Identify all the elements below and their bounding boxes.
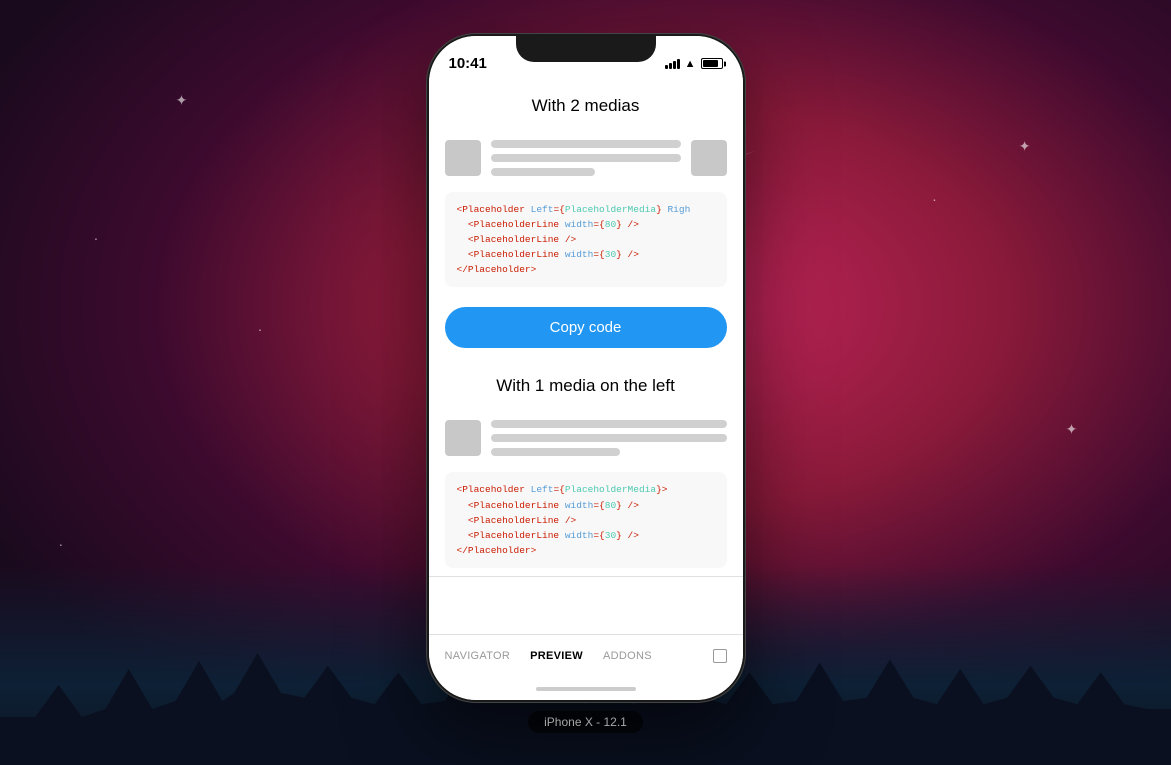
placeholder-line xyxy=(491,154,681,162)
tab-preview[interactable]: PREVIEW xyxy=(530,650,583,662)
code-block-2: <Placeholder Left={PlaceholderMedia}> <P… xyxy=(445,472,727,568)
code-line: <PlaceholderLine /> xyxy=(457,232,715,247)
placeholder-line xyxy=(491,140,681,148)
phone-label: iPhone X - 12.1 xyxy=(528,711,643,733)
battery-icon xyxy=(701,58,723,69)
copy-code-button[interactable]: Copy code xyxy=(445,307,727,348)
code-line: <Placeholder Left={PlaceholderMedia} Rig… xyxy=(457,202,715,217)
phone-frame: 10:41 ▲ xyxy=(426,33,746,703)
code-line: <PlaceholderLine /> xyxy=(457,513,715,528)
placeholder-line xyxy=(491,448,621,456)
tab-addons[interactable]: ADDONS xyxy=(603,650,652,662)
status-icons: ▲ xyxy=(665,58,723,70)
content-lines xyxy=(491,420,727,456)
status-time: 10:41 xyxy=(449,55,487,72)
media-thumb-left xyxy=(445,140,481,176)
wifi-icon: ▲ xyxy=(685,58,696,70)
phone-wrapper: 10:41 ▲ xyxy=(426,33,746,733)
code-line: </Placeholder> xyxy=(457,262,715,277)
home-bar xyxy=(536,687,636,691)
star-icon: ✦ xyxy=(176,92,188,109)
phone-screen: 10:41 ▲ xyxy=(429,36,743,700)
scroll-area[interactable]: With 2 medias xyxy=(429,80,743,634)
star-icon: ✦ xyxy=(1066,421,1078,438)
section2-title: With 1 media on the left xyxy=(445,376,727,396)
media-thumb-left xyxy=(445,420,481,456)
section-2-medias: With 2 medias xyxy=(429,80,743,361)
placeholder-line xyxy=(491,434,727,442)
placeholder-preview-2 xyxy=(445,412,727,464)
tab-navigator[interactable]: NAVIGATOR xyxy=(445,650,511,662)
signal-icon xyxy=(665,58,680,69)
star-icon: · xyxy=(258,321,263,337)
star-icon: · xyxy=(59,536,64,552)
placeholder-preview-1 xyxy=(445,132,727,184)
section-divider xyxy=(429,576,743,577)
code-line: <PlaceholderLine width={80} /> xyxy=(457,217,715,232)
phone-content: With 2 medias xyxy=(429,80,743,634)
bottom-tabs: NAVIGATOR PREVIEW ADDONS xyxy=(429,634,743,678)
code-line: <Placeholder Left={PlaceholderMedia}> xyxy=(457,482,715,497)
code-line: <PlaceholderLine width={30} /> xyxy=(457,247,715,262)
code-line: </Placeholder> xyxy=(457,543,715,558)
expand-icon[interactable] xyxy=(713,649,727,663)
code-line: <PlaceholderLine width={30} /> xyxy=(457,528,715,543)
section-1-media-left: With 1 media on the left xyxy=(429,360,743,577)
content-lines xyxy=(491,140,681,176)
star-icon: · xyxy=(94,230,99,246)
code-block-1: <Placeholder Left={PlaceholderMedia} Rig… xyxy=(445,192,727,288)
star-icon: ✦ xyxy=(1019,138,1031,155)
home-indicator xyxy=(429,678,743,700)
placeholder-line xyxy=(491,420,727,428)
notch xyxy=(516,36,656,62)
section1-title: With 2 medias xyxy=(445,96,727,116)
media-thumb-right xyxy=(691,140,727,176)
star-icon: · xyxy=(932,191,937,207)
code-line: <PlaceholderLine width={80} /> xyxy=(457,498,715,513)
placeholder-line xyxy=(491,168,596,176)
